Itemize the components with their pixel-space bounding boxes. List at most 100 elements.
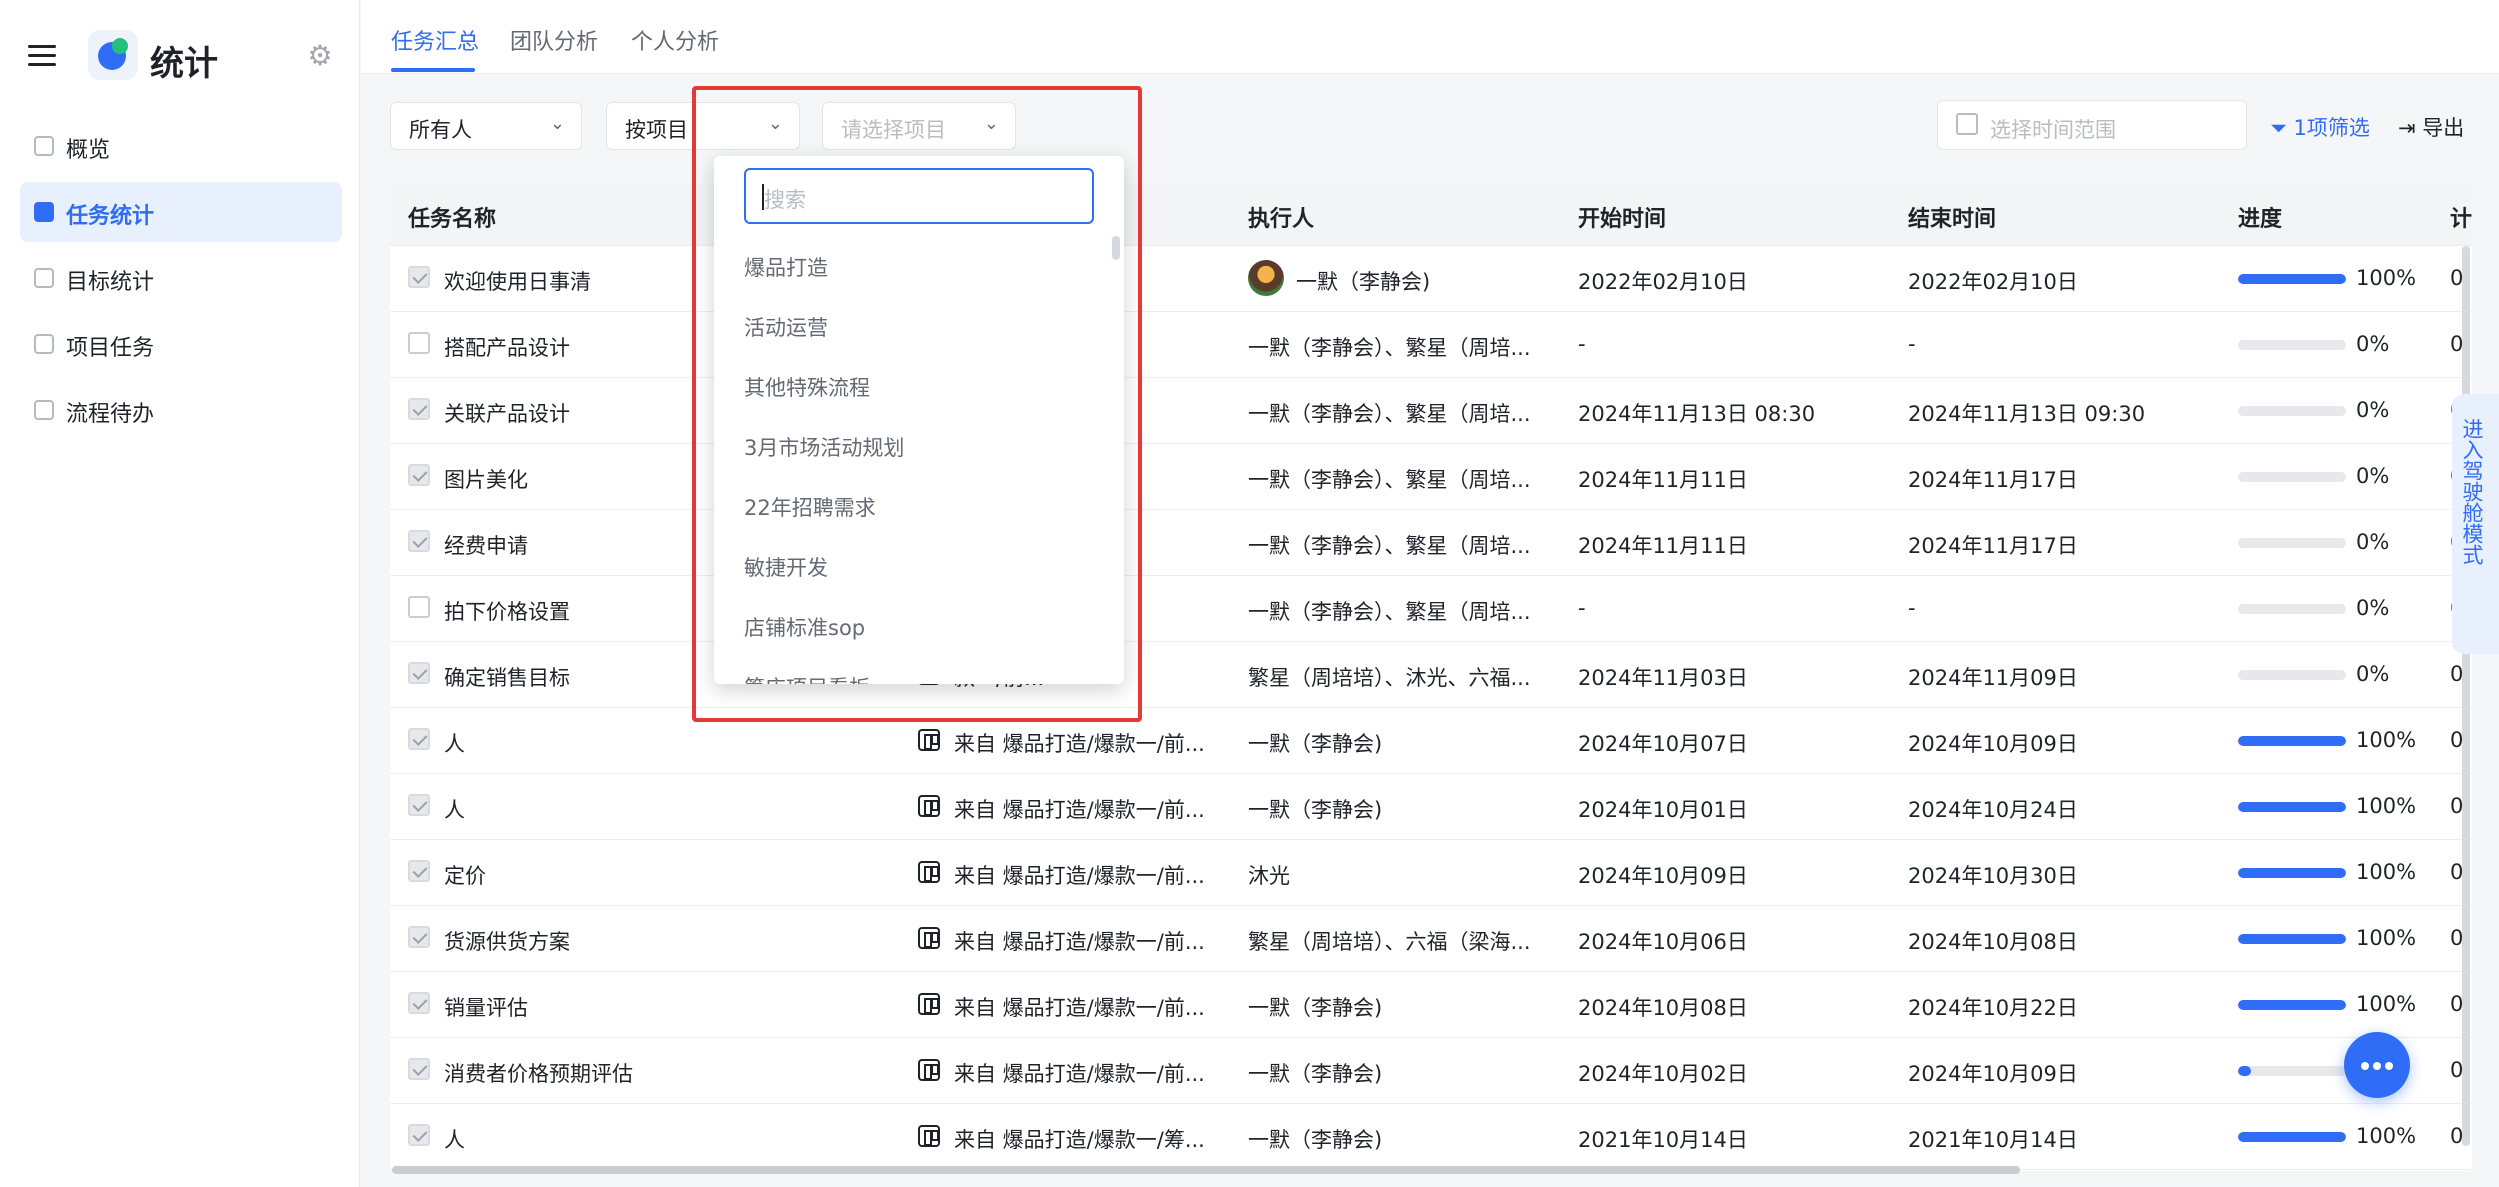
kanban-icon xyxy=(918,927,940,949)
export-button[interactable]: ⇥ 导出 xyxy=(2398,112,2464,142)
progress-bar xyxy=(2238,1066,2346,1076)
task-name[interactable]: 人 xyxy=(444,794,465,824)
dropdown-option[interactable]: 筹店项目看板 xyxy=(744,672,870,684)
cockpit-mode-button[interactable]: 进入驾驶舱模式 xyxy=(2452,394,2499,654)
source-text[interactable]: 来自 爆品打造/爆款一/前... xyxy=(954,794,1205,824)
table-row[interactable]: 经费申请款一/筹...一默（李静会）、繁星（周培...2024年11月11日20… xyxy=(390,510,2472,576)
table-row[interactable]: 消费者价格预期评估 来自 爆品打造/爆款一/前... 一默（李静会) 2024年10月… xyxy=(390,1038,2472,1104)
dropdown-option[interactable]: 店铺标准sop xyxy=(744,612,865,642)
filter-button[interactable]: ⏷ 1项筛选 xyxy=(2270,112,2370,142)
task-checkbox[interactable] xyxy=(408,530,430,552)
tab-personal-analysis[interactable]: 个人分析 xyxy=(631,24,719,56)
task-checkbox[interactable] xyxy=(408,464,430,486)
column-header-extra[interactable]: 计 xyxy=(2444,184,2472,246)
task-checkbox[interactable] xyxy=(408,662,430,684)
table-row[interactable]: 人 来自 爆品打造/爆款一/前... 一默（李静会) 2024年10月07日 2024年… xyxy=(390,708,2472,774)
task-name[interactable]: 定价 xyxy=(444,860,486,890)
table-row[interactable]: 确定销售目标款一/前...繁星（周培培）、沐光、六福...2024年11月03日… xyxy=(390,642,2472,708)
table-row[interactable]: 销量评估 来自 爆品打造/爆款一/前... 一默（李静会) 2024年10月08日 20… xyxy=(390,972,2472,1038)
dropdown-option[interactable]: 其他特殊流程 xyxy=(744,372,870,402)
source-text[interactable]: 来自 爆品打造/爆款一/前... xyxy=(954,728,1205,758)
sidebar-item-project-tasks[interactable]: 项目任务 xyxy=(20,314,342,374)
source-text[interactable]: 来自 爆品打造/爆款一/前... xyxy=(954,992,1205,1022)
table-row[interactable]: 欢迎使用日事清静会)一默（李静会)2022年02月10日2022年02月10日1… xyxy=(390,246,2472,312)
task-name[interactable]: 经费申请 xyxy=(444,530,528,560)
task-checkbox[interactable] xyxy=(408,794,430,816)
source-text[interactable]: 来自 爆品打造/爆款一/筹... xyxy=(954,1124,1205,1154)
date-range-picker[interactable]: 选择时间范围 xyxy=(1937,100,2247,150)
table-vertical-scrollbar[interactable] xyxy=(2462,246,2470,1146)
source-text[interactable]: 来自 爆品打造/爆款一/前... xyxy=(954,1058,1205,1088)
dropdown-scrollbar[interactable] xyxy=(1112,236,1120,260)
source-text[interactable]: 来自 爆品打造/爆款一/前... xyxy=(954,926,1205,956)
table-horizontal-scrollbar[interactable] xyxy=(392,1166,2020,1174)
task-name[interactable]: 关联产品设计 xyxy=(444,398,570,428)
progress-cell: 100% xyxy=(2220,774,2444,840)
sidebar-item-goal-stats[interactable]: 目标统计 xyxy=(20,248,342,308)
kanban-icon xyxy=(918,729,940,751)
dropdown-option[interactable]: 活动运营 xyxy=(744,312,828,342)
task-name[interactable]: 欢迎使用日事清 xyxy=(444,266,591,296)
task-name[interactable]: 图片美化 xyxy=(444,464,528,494)
end-time-text: 2024年10月09日 xyxy=(1908,1062,2078,1086)
table-row[interactable]: 人 来自 爆品打造/爆款一/前... 一默（李静会) 2024年10月01日 2024年… xyxy=(390,774,2472,840)
task-checkbox[interactable] xyxy=(408,860,430,882)
group-by-select[interactable]: 按项目 ⌄ xyxy=(606,102,800,150)
column-header-assignee[interactable]: 执行人 xyxy=(1230,184,1560,246)
start-time-cell: - xyxy=(1560,576,1890,642)
table-row[interactable]: 关联产品设计款一/筹...一默（李静会）、繁星（周培...2024年11月13日… xyxy=(390,378,2472,444)
start-time-text: 2024年10月07日 xyxy=(1578,732,1748,756)
task-checkbox[interactable] xyxy=(408,332,430,354)
task-checkbox[interactable] xyxy=(408,1124,430,1146)
task-checkbox[interactable] xyxy=(408,398,430,420)
source-cell: 来自 爆品打造/爆款一/前... xyxy=(900,708,1230,774)
task-name[interactable]: 确定销售目标 xyxy=(444,662,570,692)
end-time-cell: 2024年11月17日 xyxy=(1890,510,2220,576)
task-name[interactable]: 人 xyxy=(444,728,465,758)
owner-select[interactable]: 所有人 ⌄ xyxy=(390,102,582,150)
column-header-end-time[interactable]: 结束时间 xyxy=(1890,184,2220,246)
task-name[interactable]: 拍下价格设置 xyxy=(444,596,570,626)
progress-percent: 0% xyxy=(2356,464,2390,488)
assignee-text: 一默（李静会) xyxy=(1296,270,1431,294)
source-text[interactable]: 来自 爆品打造/爆款一/前... xyxy=(954,860,1205,890)
task-name[interactable]: 消费者价格预期评估 xyxy=(444,1058,633,1088)
task-checkbox[interactable] xyxy=(408,992,430,1014)
column-header-start-time[interactable]: 开始时间 xyxy=(1560,184,1890,246)
project-select[interactable]: 请选择项目 ⌄ xyxy=(822,102,1016,150)
task-name[interactable]: 人 xyxy=(444,1124,465,1154)
task-checkbox[interactable] xyxy=(408,728,430,750)
table-row[interactable]: 人 来自 爆品打造/爆款一/筹... 一默（李静会) 2021年10月14日 2021年… xyxy=(390,1104,2472,1170)
tab-task-summary[interactable]: 任务汇总 xyxy=(391,24,479,56)
progress-percent: 0% xyxy=(2356,530,2390,554)
sidebar-item-workflow-todo[interactable]: 流程待办 xyxy=(20,380,342,440)
table-row[interactable]: 货源供货方案 来自 爆品打造/爆款一/前... 繁星（周培培）、六福（梁海... 20… xyxy=(390,906,2472,972)
more-actions-button[interactable] xyxy=(2344,1032,2410,1098)
table-row[interactable]: 图片美化款一/筹...一默（李静会）、繁星（周培...2024年11月11日20… xyxy=(390,444,2472,510)
task-name[interactable]: 销量评估 xyxy=(444,992,528,1022)
task-name-cell: 人 xyxy=(390,774,900,840)
dropdown-option[interactable]: 敏捷开发 xyxy=(744,552,828,582)
dropdown-option[interactable]: 爆品打造 xyxy=(744,252,828,282)
table-row[interactable]: 定价 来自 爆品打造/爆款一/前... 沐光 2024年10月09日 2024年10月3… xyxy=(390,840,2472,906)
assignee-text: 一默（李静会) xyxy=(1248,1128,1383,1152)
task-name-cell: 消费者价格预期评估 xyxy=(390,1038,900,1104)
task-checkbox[interactable] xyxy=(408,926,430,948)
task-checkbox[interactable] xyxy=(408,266,430,288)
table-row[interactable]: 拍下价格设置款一/筹...一默（李静会）、繁星（周培...--0%0 xyxy=(390,576,2472,642)
menu-icon[interactable] xyxy=(28,45,56,67)
dropdown-option[interactable]: 3月市场活动规划 xyxy=(744,432,904,462)
dropdown-option[interactable]: 22年招聘需求 xyxy=(744,492,876,522)
sidebar-item-overview[interactable]: 概览 xyxy=(20,116,342,176)
gear-icon[interactable]: ⚙ xyxy=(306,42,334,70)
tab-team-analysis[interactable]: 团队分析 xyxy=(510,24,598,56)
task-checkbox[interactable] xyxy=(408,596,430,618)
task-name[interactable]: 货源供货方案 xyxy=(444,926,570,956)
sidebar-item-task-stats[interactable]: 任务统计 xyxy=(20,182,342,242)
task-checkbox[interactable] xyxy=(408,1058,430,1080)
column-header-progress[interactable]: 进度 xyxy=(2220,184,2444,246)
task-name[interactable]: 搭配产品设计 xyxy=(444,332,570,362)
start-time-cell: 2024年10月09日 xyxy=(1560,840,1890,906)
table-row[interactable]: 搭配产品设计款一/筹...一默（李静会）、繁星（周培...--0%0 xyxy=(390,312,2472,378)
dropdown-search-input[interactable]: 搜索 xyxy=(744,168,1094,224)
